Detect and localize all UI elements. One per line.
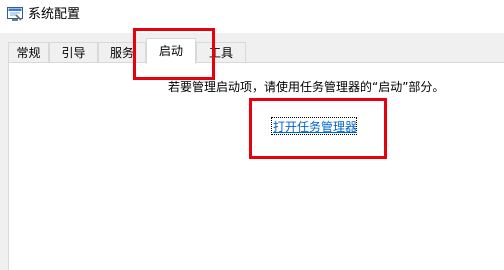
system-configuration-window: 系统配置 常规 引导 服务 启动 工具 若要管理启动项，请使用任务管理器的“启动… — [0, 0, 504, 270]
msconfig-app-icon — [7, 7, 23, 21]
tab-general[interactable]: 常规 — [8, 42, 49, 63]
tab-services[interactable]: 服务 — [98, 42, 146, 63]
tab-boot[interactable]: 引导 — [49, 42, 98, 63]
startup-info-text: 若要管理启动项，请使用任务管理器的“启动”部分。 — [168, 80, 445, 94]
window-title: 系统配置 — [28, 7, 81, 22]
tab-tools[interactable]: 工具 — [196, 42, 246, 63]
title-bar[interactable]: 系统配置 — [0, 0, 504, 33]
open-task-manager-link[interactable]: 打开任务管理器 — [273, 119, 357, 135]
tab-startup[interactable]: 启动 — [146, 38, 196, 64]
tab-strip: 常规 引导 服务 启动 工具 — [0, 33, 504, 64]
